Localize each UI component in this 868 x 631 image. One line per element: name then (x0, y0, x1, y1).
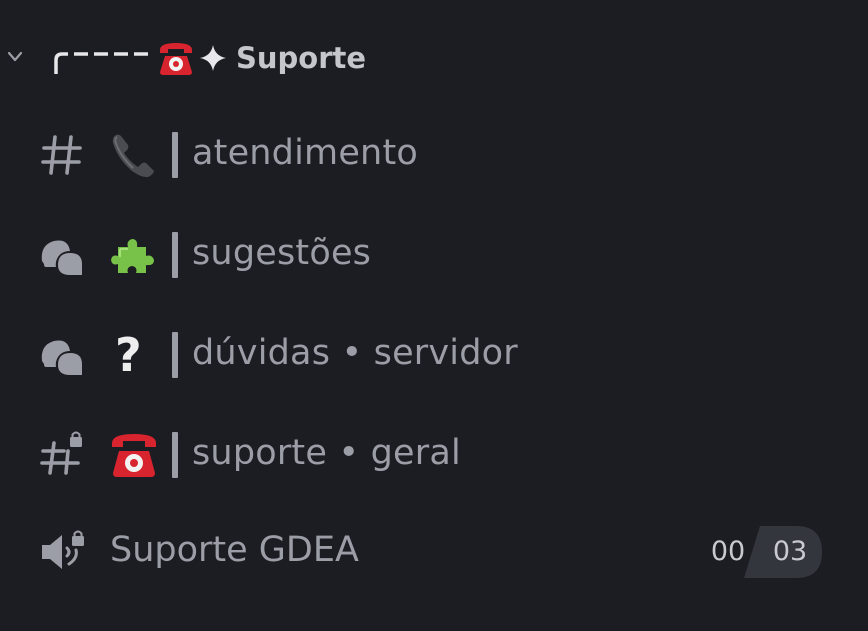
category-name: Suporte (236, 41, 367, 75)
separator-bar (172, 432, 178, 478)
hash-lock-icon (40, 431, 82, 475)
question-mark-icon: ? (115, 328, 142, 382)
puzzle-piece-icon (111, 239, 154, 273)
channel-name: sugestões (192, 233, 372, 273)
forum-icon (41, 340, 82, 375)
telephone-icon (160, 43, 192, 75)
channel-suporte-geral[interactable]: suporte • geral (0, 415, 868, 495)
chevron-down-icon[interactable] (6, 50, 24, 64)
voice-channel-name: Suporte GDEA (110, 530, 359, 570)
category-label[interactable]: Suporte (52, 38, 366, 78)
channel-duvidas-servidor[interactable]: ? dúvidas • servidor (0, 315, 868, 395)
user-limit: 03 (772, 536, 808, 567)
channel-name: suporte • geral (192, 433, 461, 473)
telephone-icon (112, 434, 156, 477)
telephone-receiver-icon (112, 134, 154, 178)
locked-speaker-icon (42, 530, 84, 569)
separator-bar (172, 332, 178, 378)
channel-name: dúvidas • servidor (192, 333, 518, 373)
separator-bar (172, 132, 178, 178)
voice-channel-suporte-gdea[interactable]: Suporte GDEA 00 03 (0, 512, 868, 592)
user-limit-badge: 00 03 (698, 526, 822, 578)
forum-icon (41, 240, 82, 275)
corner-dash-decoration (54, 52, 148, 74)
channel-name: atendimento (192, 133, 418, 173)
channel-atendimento[interactable]: atendimento (0, 115, 868, 195)
separator-bar (172, 232, 178, 278)
sparkle-icon (200, 45, 226, 71)
hash-icon (41, 135, 82, 175)
channel-sugestoes[interactable]: sugestões (0, 215, 868, 295)
